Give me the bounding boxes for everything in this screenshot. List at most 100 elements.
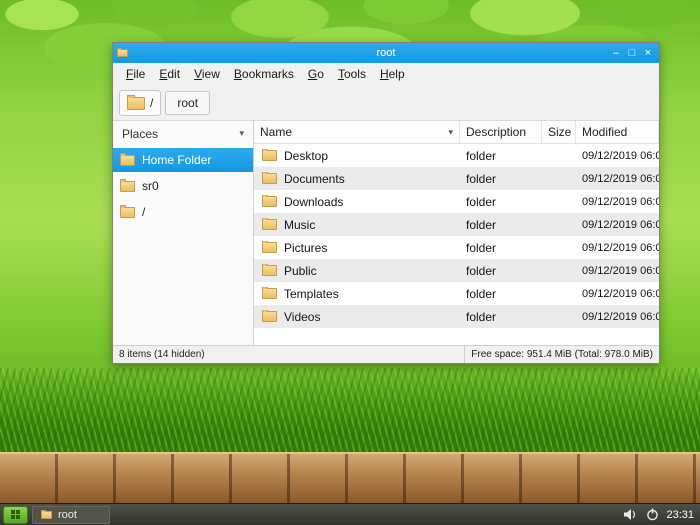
file-modified-cell: 09/12/2019 06:01: [576, 173, 659, 185]
column-header-name[interactable]: Name ▾: [254, 121, 460, 143]
list-header: Name ▾ Description Size Modified: [254, 121, 659, 144]
file-description-cell: folder: [460, 218, 542, 232]
system-tray: 23:31: [624, 508, 697, 521]
file-modified-cell: 09/12/2019 06:01: [576, 242, 659, 254]
file-name-cell: Public: [254, 264, 460, 278]
column-header-description[interactable]: Description: [460, 121, 542, 143]
file-description-cell: folder: [460, 264, 542, 278]
file-name: Music: [284, 218, 315, 232]
file-manager-window: root – □ × File Edit View Bookmarks Go T…: [112, 42, 660, 364]
folder-icon: [127, 97, 145, 110]
folder-icon: [262, 242, 277, 253]
file-description-cell: folder: [460, 195, 542, 209]
file-row-downloads[interactable]: Downloads folder 09/12/2019 06:01: [254, 190, 659, 213]
file-modified-cell: 09/12/2019 06:01: [576, 196, 659, 208]
places-header[interactable]: Places ▾: [113, 121, 253, 146]
start-menu-button[interactable]: [3, 506, 28, 524]
menu-go[interactable]: Go: [301, 63, 331, 86]
file-modified-cell: 09/12/2019 06:01: [576, 219, 659, 231]
close-button[interactable]: ×: [641, 44, 655, 62]
folder-icon: [120, 181, 135, 192]
file-description-cell: folder: [460, 310, 542, 324]
file-description-cell: folder: [460, 149, 542, 163]
titlebar[interactable]: root – □ ×: [113, 43, 659, 63]
start-menu-icon: [11, 510, 20, 519]
column-header-modified[interactable]: Modified: [576, 121, 659, 143]
folder-icon: [120, 155, 135, 166]
file-name-cell: Desktop: [254, 149, 460, 163]
file-row-videos[interactable]: Videos folder 09/12/2019 06:01: [254, 305, 659, 328]
file-name: Downloads: [284, 195, 343, 209]
sidebar-item-sr0[interactable]: sr0: [113, 174, 253, 198]
file-row-templates[interactable]: Templates folder 09/12/2019 06:01: [254, 282, 659, 305]
file-name-cell: Documents: [254, 172, 460, 186]
file-name: Videos: [284, 310, 320, 324]
folder-icon: [262, 196, 277, 207]
status-items-count: 8 items (14 hidden): [113, 349, 211, 360]
file-row-public[interactable]: Public folder 09/12/2019 06:01: [254, 259, 659, 282]
file-name: Pictures: [284, 241, 327, 255]
status-free-space: Free space: 951.4 MiB (Total: 978.0 MiB): [464, 346, 659, 363]
file-description-cell: folder: [460, 241, 542, 255]
folder-icon: [262, 311, 277, 322]
file-name-cell: Pictures: [254, 241, 460, 255]
menu-view[interactable]: View: [187, 63, 227, 86]
file-row-pictures[interactable]: Pictures folder 09/12/2019 06:01: [254, 236, 659, 259]
maximize-button[interactable]: □: [625, 44, 639, 62]
path-label: /: [150, 96, 153, 110]
menubar: File Edit View Bookmarks Go Tools Help: [113, 63, 659, 86]
column-header-size[interactable]: Size: [542, 121, 576, 143]
folder-icon: [262, 265, 277, 276]
folder-icon: [262, 288, 277, 299]
file-list: Name ▾ Description Size Modified Desktop…: [254, 121, 659, 345]
menu-file[interactable]: File: [119, 63, 152, 86]
tab-root[interactable]: root: [165, 91, 210, 115]
file-row-desktop[interactable]: Desktop folder 09/12/2019 06:01: [254, 144, 659, 167]
toolbar: / root: [113, 86, 659, 121]
file-row-music[interactable]: Music folder 09/12/2019 06:01: [254, 213, 659, 236]
file-name-cell: Templates: [254, 287, 460, 301]
folder-icon: [262, 150, 277, 161]
file-modified-cell: 09/12/2019 06:01: [576, 265, 659, 277]
sidebar-item-label: Home Folder: [142, 153, 211, 167]
window-controls: – □ ×: [609, 44, 655, 62]
places-sidebar: Places ▾ Home Folder sr0 /: [113, 121, 254, 345]
statusbar: 8 items (14 hidden) Free space: 951.4 Mi…: [113, 345, 659, 363]
places-header-label: Places: [122, 127, 158, 141]
file-row-documents[interactable]: Documents folder 09/12/2019 06:01: [254, 167, 659, 190]
column-name-label: Name: [260, 125, 292, 139]
window-main: Places ▾ Home Folder sr0 /: [113, 121, 659, 345]
taskbar-clock[interactable]: 23:31: [666, 509, 694, 521]
file-name: Documents: [284, 172, 345, 186]
folder-icon: [120, 207, 135, 218]
folder-icon: [262, 173, 277, 184]
menu-tools[interactable]: Tools: [331, 63, 373, 86]
menu-help[interactable]: Help: [373, 63, 412, 86]
file-rows: Desktop folder 09/12/2019 06:01 Document…: [254, 144, 659, 345]
menu-edit[interactable]: Edit: [152, 63, 187, 86]
file-modified-cell: 09/12/2019 06:01: [576, 150, 659, 162]
wallpaper-grass: [0, 368, 700, 454]
desktop: root – □ × File Edit View Bookmarks Go T…: [0, 0, 700, 525]
minimize-button[interactable]: –: [609, 44, 623, 62]
file-description-cell: folder: [460, 172, 542, 186]
folder-icon: [41, 511, 52, 519]
wallpaper-wood-deck: [0, 452, 700, 503]
power-icon[interactable]: [646, 508, 659, 521]
taskbar-window-root[interactable]: root: [32, 506, 110, 524]
sidebar-item-root-fs[interactable]: /: [113, 200, 253, 224]
sidebar-item-label: /: [142, 205, 145, 219]
sidebar-item-home-folder[interactable]: Home Folder: [113, 148, 253, 172]
window-title: root: [113, 47, 659, 59]
file-name: Desktop: [284, 149, 328, 163]
file-description-cell: folder: [460, 287, 542, 301]
sort-chevron-down-icon: ▾: [448, 127, 453, 138]
file-modified-cell: 09/12/2019 06:01: [576, 311, 659, 323]
file-modified-cell: 09/12/2019 06:01: [576, 288, 659, 300]
path-button[interactable]: /: [119, 90, 161, 116]
volume-icon[interactable]: [624, 508, 639, 521]
file-name-cell: Videos: [254, 310, 460, 324]
file-name: Public: [284, 264, 317, 278]
menu-bookmarks[interactable]: Bookmarks: [227, 63, 301, 86]
folder-icon: [262, 219, 277, 230]
